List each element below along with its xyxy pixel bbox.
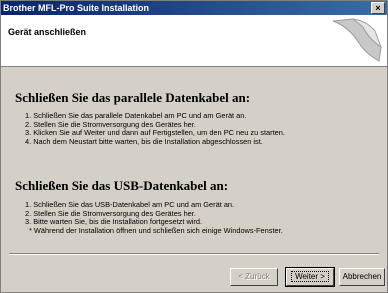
close-icon: × [375,3,381,13]
cancel-button[interactable]: Abbrechen [339,268,385,286]
back-button[interactable]: < Zurück [230,268,278,286]
parallel-cable-heading: Schließen Sie das parallele Datenkabel a… [15,90,251,105]
button-separator [9,253,379,255]
next-button-label: Weiter > [291,271,329,282]
window-title: Brother MFL-Pro Suite Installation [3,3,150,13]
installer-window: Brother MFL-Pro Suite Installation × Ger… [0,0,388,293]
usb-cable-steps: 1. Schließen Sie das USB-Datenkabel am P… [25,200,375,235]
parallel-cable-steps: 1. Schließen Sie das parallele Datenkabe… [25,111,375,146]
page-title: Gerät anschließen [8,27,87,37]
content-area: Schließen Sie das parallele Datenkabel a… [1,68,387,244]
usb-cable-heading: Schließen Sie das USB-Datenkabel an: [15,178,229,193]
close-button[interactable]: × [371,2,385,14]
title-bar: Brother MFL-Pro Suite Installation × [1,1,387,15]
list-item: 4. Nach dem Neustart bitte warten, bis d… [25,136,263,146]
wizard-header: Gerät anschließen [1,15,387,67]
list-item: * Während der Installation öffnen und sc… [29,225,283,235]
wizard-banner-icon [332,18,383,62]
next-button[interactable]: Weiter > [285,267,335,287]
